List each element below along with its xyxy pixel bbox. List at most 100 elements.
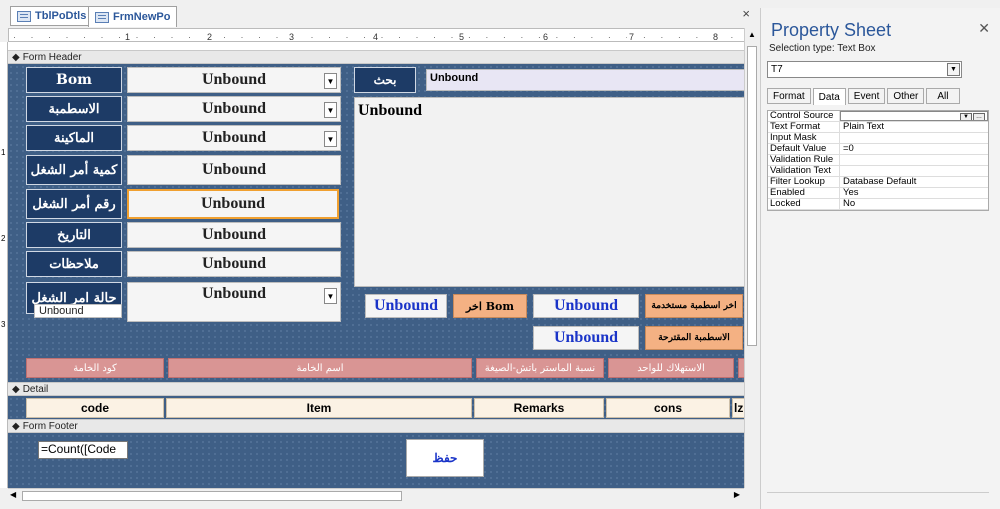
remarks-field[interactable]: Remarks xyxy=(474,398,604,418)
chevron-down-icon[interactable]: ▼ xyxy=(324,131,337,147)
pane-bottom-border xyxy=(767,492,989,493)
form-footer-section-bar[interactable]: ◆ Form Footer xyxy=(8,419,750,433)
property-value[interactable]: Plain Text xyxy=(840,122,988,132)
memo-field[interactable]: Unbound xyxy=(354,97,750,287)
code-field[interactable]: code xyxy=(26,398,164,418)
save-button[interactable]: حفظ xyxy=(406,439,484,477)
selection-type: Selection type: Text Box xyxy=(769,43,876,54)
order-status-text[interactable]: Unbound xyxy=(34,304,122,318)
search-field[interactable]: Unbound xyxy=(426,69,750,91)
property-row[interactable]: Validation Rule xyxy=(768,155,988,166)
label-date[interactable]: التاريخ xyxy=(26,222,122,248)
date-field[interactable]: Unbound xyxy=(127,222,341,248)
notes-field[interactable]: Unbound xyxy=(127,251,341,277)
die-combo[interactable]: Unbound xyxy=(127,96,341,122)
tab-tblpodtls[interactable]: TblPoDtls xyxy=(10,6,94,26)
property-row[interactable]: Input Mask xyxy=(768,133,988,144)
tab-format[interactable]: Format xyxy=(767,88,811,104)
close-icon[interactable]: ✕ xyxy=(978,20,990,37)
count-field[interactable]: =Count([Code xyxy=(38,441,128,459)
form-header-section-bar[interactable]: ◆ Form Header xyxy=(8,50,750,64)
property-key: Validation Text xyxy=(768,166,840,176)
ellipsis-icon[interactable]: … xyxy=(973,113,985,120)
property-row[interactable]: Control Source ▼ … xyxy=(768,111,988,122)
property-grid: Control Source ▼ … Text Format Plain Tex… xyxy=(767,110,989,211)
object-selector[interactable]: T7 ▼ xyxy=(767,61,962,78)
tab-frmnewpo[interactable]: FrmNewPo xyxy=(88,6,178,27)
last-bom-value[interactable]: Unbound xyxy=(533,294,639,318)
scroll-left-icon[interactable]: ◀ xyxy=(10,490,16,499)
label-die[interactable]: الاسطمبة xyxy=(26,96,122,122)
property-value[interactable]: Yes xyxy=(840,188,988,198)
property-value[interactable]: =0 xyxy=(840,144,988,154)
chevron-down-icon[interactable]: ▼ xyxy=(947,63,960,76)
property-row[interactable]: Filter Lookup Database Default xyxy=(768,177,988,188)
ruler-mark: 2 xyxy=(1,234,6,243)
col-header-consumption[interactable]: الاستهلاك للواحد xyxy=(608,358,734,378)
property-row[interactable]: Default Value =0 xyxy=(768,144,988,155)
ruler-mark: 6 xyxy=(541,32,551,42)
horizontal-scrollbar[interactable]: ◀ ▶ xyxy=(8,488,744,502)
property-key: Control Source xyxy=(768,111,840,121)
label-bom[interactable]: Bom xyxy=(26,67,122,93)
label-suggested-die: الاسطمبة المقترحة xyxy=(645,326,743,350)
label-last-bom: اخر Bom xyxy=(453,294,527,318)
tab-all[interactable]: All xyxy=(926,88,960,104)
order-qty-field[interactable]: Unbound xyxy=(127,155,341,185)
tab-other[interactable]: Other xyxy=(887,88,925,104)
order-number-field[interactable]: Unbound xyxy=(127,189,339,219)
property-value[interactable]: Database Default xyxy=(840,177,988,187)
scroll-up-icon[interactable]: ▲ xyxy=(748,30,756,39)
scroll-thumb[interactable] xyxy=(22,491,402,501)
col-header-masterbatch[interactable]: نسبة الماستر باتش-الصيغة xyxy=(476,358,604,378)
property-key: Input Mask xyxy=(768,133,840,143)
ruler-mark: 8 xyxy=(711,32,721,42)
close-document-icon[interactable]: × xyxy=(742,6,750,21)
label-order-number[interactable]: رقم أمر الشغل xyxy=(26,189,122,219)
ruler-mark: 7 xyxy=(627,32,637,42)
chevron-down-icon[interactable]: ▼ xyxy=(324,73,337,89)
machine-combo[interactable]: Unbound xyxy=(127,125,341,151)
scroll-thumb[interactable] xyxy=(747,46,757,346)
property-value[interactable] xyxy=(840,133,988,143)
property-row[interactable]: Validation Text xyxy=(768,166,988,177)
chevron-down-icon[interactable]: ▼ xyxy=(324,102,337,118)
cons-field[interactable]: cons xyxy=(606,398,730,418)
section-title: Form Footer xyxy=(22,420,78,432)
chevron-down-icon[interactable]: ▼ xyxy=(324,288,337,304)
tab-data[interactable]: Data xyxy=(812,88,846,105)
property-row[interactable]: Text Format Plain Text xyxy=(768,122,988,133)
property-key: Default Value xyxy=(768,144,840,154)
bom-combo[interactable]: Unbound xyxy=(127,67,341,93)
property-row[interactable]: Enabled Yes xyxy=(768,188,988,199)
property-value[interactable]: No xyxy=(840,199,988,209)
tab-event[interactable]: Event xyxy=(847,88,886,104)
property-value[interactable] xyxy=(840,166,988,176)
label-notes[interactable]: ملاحظات xyxy=(26,251,122,277)
property-value[interactable] xyxy=(840,155,988,165)
table-icon xyxy=(17,10,31,22)
suggested-die-value[interactable]: Unbound xyxy=(533,326,639,350)
form-footer-grid: =Count([Code حفظ xyxy=(8,433,750,488)
property-key: Text Format xyxy=(768,122,840,132)
property-value[interactable]: ▼ … xyxy=(840,111,988,121)
label-last-used-die: اخر اسطمبة مستخدمة xyxy=(645,294,743,318)
label-machine[interactable]: الماكينة xyxy=(26,125,122,151)
last-die-value[interactable]: Unbound xyxy=(365,294,447,318)
section-title: Form Header xyxy=(22,51,82,63)
property-sheet-pane: Property Sheet ✕ Selection type: Text Bo… xyxy=(760,8,1000,509)
label-order-qty[interactable]: كمية أمر الشغل xyxy=(26,155,122,185)
search-button[interactable]: بحث xyxy=(354,67,416,93)
property-sheet-title: Property Sheet xyxy=(771,20,892,40)
item-field[interactable]: Item xyxy=(166,398,472,418)
scroll-right-icon[interactable]: ▶ xyxy=(734,490,740,499)
property-row[interactable]: Locked No xyxy=(768,199,988,210)
chevron-down-icon[interactable]: ▼ xyxy=(960,113,972,120)
section-marker-icon: ◆ xyxy=(12,420,20,432)
form-header-grid: Bom الاسطمبة الماكينة كمية أمر الشغل رقم… xyxy=(8,64,750,396)
col-header-material-name[interactable]: اسم الخامة xyxy=(168,358,472,378)
detail-section-bar[interactable]: ◆ Detail xyxy=(8,382,750,396)
vertical-scrollbar[interactable]: ▲ xyxy=(744,28,758,488)
col-header-material-code[interactable]: كود الخامة xyxy=(26,358,164,378)
order-status-combo[interactable]: Unbound xyxy=(127,282,341,322)
